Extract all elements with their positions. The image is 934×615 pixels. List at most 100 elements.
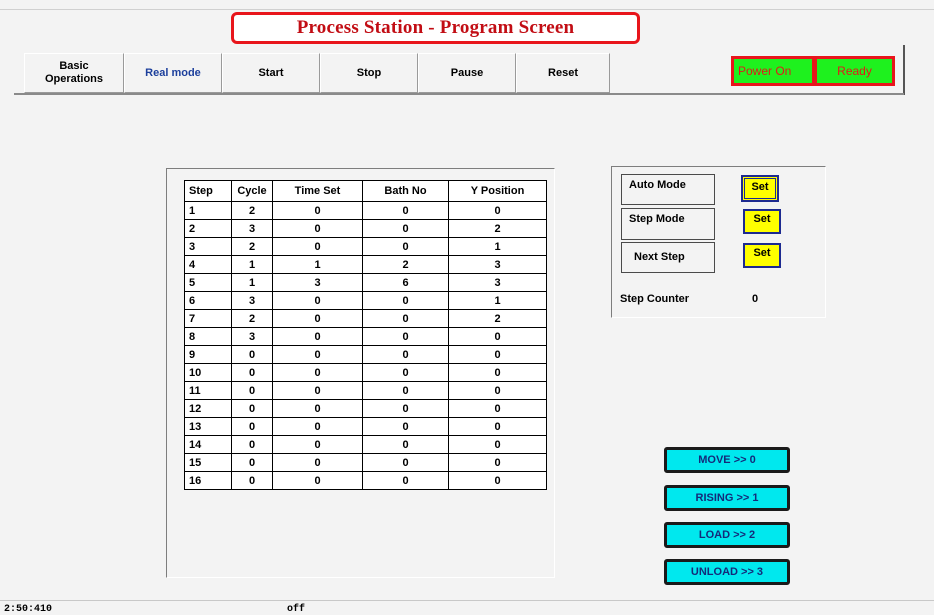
- y-position-cell: 0: [448, 345, 547, 364]
- y-position-cell: 0: [448, 471, 547, 490]
- bath-no-cell: 0: [362, 291, 449, 310]
- auto-mode-set-label: Set: [751, 181, 769, 193]
- time-set-cell: 0: [272, 399, 363, 418]
- unload-button[interactable]: UNLOAD >> 3: [664, 559, 790, 585]
- title-banner: Process Station - Program Screen: [231, 12, 640, 44]
- cycle-cell: 0: [231, 345, 273, 364]
- step-mode-set-button[interactable]: Set: [743, 209, 781, 234]
- step-cell: 16: [184, 471, 232, 490]
- table-row: 83000: [184, 327, 547, 346]
- header-bath-no: Bath No: [362, 180, 449, 202]
- table-row: 90000: [184, 345, 547, 364]
- cycle-cell: 1: [231, 273, 273, 292]
- step-mode-label: Step Mode: [629, 213, 685, 225]
- bath-no-cell: 0: [362, 327, 449, 346]
- status-bar-state: off: [287, 604, 306, 615]
- bath-no-cell: 0: [362, 471, 449, 490]
- move-label: MOVE >> 0: [698, 454, 756, 466]
- next-step-box: Next Step: [621, 242, 715, 273]
- table-row: 13 0 0 0 0: [184, 417, 547, 436]
- step-cell: 7: [184, 309, 232, 328]
- header-step: Step: [184, 180, 232, 202]
- y-position-cell: 3: [448, 255, 547, 274]
- status-bar-divider: [0, 600, 934, 601]
- cycle-cell: 0: [231, 381, 273, 400]
- step-cell: 4: [184, 255, 232, 274]
- page-title: Process Station - Program Screen: [296, 17, 575, 38]
- auto-mode-set-button[interactable]: Set: [741, 175, 779, 202]
- table-row: 11 0 0 0 0: [184, 381, 547, 400]
- table-row: 12 0 0 0 0: [184, 399, 547, 418]
- step-cell: 3: [184, 237, 232, 256]
- toolbar-bottom-divider: [14, 93, 904, 95]
- bath-no-cell: 0: [362, 399, 449, 418]
- start-button[interactable]: Start: [222, 53, 320, 93]
- cycle-cell: 0: [231, 417, 273, 436]
- cycle-cell: 2: [231, 309, 273, 328]
- basic-operations-button[interactable]: Basic Operations: [24, 53, 124, 93]
- time-set-cell: 0: [272, 345, 363, 364]
- cycle-cell: 3: [231, 327, 273, 346]
- ready-status-indicator: Ready: [814, 56, 895, 86]
- cycle-cell: 2: [231, 237, 273, 256]
- cycle-cell: 2: [231, 201, 273, 220]
- cycle-cell: 1: [231, 255, 273, 274]
- time-set-cell: 0: [272, 291, 363, 310]
- time-set-cell: 0: [272, 381, 363, 400]
- bath-no-cell: 0: [362, 237, 449, 256]
- table-row: 10 0 0 0 0: [184, 363, 547, 382]
- step-counter-label: Step Counter: [620, 293, 690, 305]
- y-position-cell: 0: [448, 381, 547, 400]
- step-mode-set-label: Set: [753, 213, 771, 225]
- y-position-cell: 0: [448, 435, 547, 454]
- time-set-cell: 0: [272, 471, 363, 490]
- bath-no-cell: 0: [362, 381, 449, 400]
- ready-status-text: Ready: [837, 64, 872, 78]
- table-row: 51363: [184, 273, 547, 292]
- bath-no-cell: 0: [362, 435, 449, 454]
- step-cell: 6: [184, 291, 232, 310]
- next-step-set-button[interactable]: Set: [743, 243, 781, 268]
- status-bar-time: 2:50:410: [4, 604, 53, 615]
- step-cell: 9: [184, 345, 232, 364]
- real-mode-label: Real mode: [145, 66, 201, 79]
- bath-no-cell: 0: [362, 417, 449, 436]
- rising-button[interactable]: RISING >> 1: [664, 485, 790, 511]
- real-mode-button[interactable]: Real mode: [124, 53, 222, 93]
- header-time-set: Time Set: [272, 180, 363, 202]
- cycle-cell: 0: [231, 471, 273, 490]
- top-divider: [0, 9, 934, 10]
- step-cell: 5: [184, 273, 232, 292]
- y-position-cell: 0: [448, 417, 547, 436]
- y-position-cell: 1: [448, 237, 547, 256]
- move-button[interactable]: MOVE >> 0: [664, 447, 790, 473]
- bath-no-cell: 2: [362, 255, 449, 274]
- load-button[interactable]: LOAD >> 2: [664, 522, 790, 548]
- y-position-cell: 2: [448, 309, 547, 328]
- cycle-cell: 3: [231, 219, 273, 238]
- cycle-cell: 3: [231, 291, 273, 310]
- table-row: 12000: [184, 201, 547, 220]
- rising-label: RISING >> 1: [695, 492, 759, 504]
- time-set-cell: 3: [272, 273, 363, 292]
- header-y-position: Y Position: [448, 180, 547, 202]
- step-cell: 8: [184, 327, 232, 346]
- load-label: LOAD >> 2: [698, 529, 756, 541]
- table-row: 32001: [184, 237, 547, 256]
- stop-button[interactable]: Stop: [320, 53, 418, 93]
- toolbar-edge: [903, 45, 905, 95]
- pause-button[interactable]: Pause: [418, 53, 516, 93]
- cycle-cell: 0: [231, 363, 273, 382]
- time-set-cell: 1: [272, 255, 363, 274]
- y-position-cell: 3: [448, 273, 547, 292]
- auto-mode-label: Auto Mode: [629, 179, 686, 191]
- stop-label: Stop: [356, 66, 382, 79]
- time-set-cell: 0: [272, 201, 363, 220]
- power-status-text: Power On: [738, 64, 792, 78]
- step-cell: 11: [184, 381, 232, 400]
- step-cell: 10: [184, 363, 232, 382]
- bath-no-cell: 6: [362, 273, 449, 292]
- reset-button[interactable]: Reset: [516, 53, 610, 93]
- start-label: Start: [258, 66, 284, 79]
- header-cycle: Cycle: [231, 180, 273, 202]
